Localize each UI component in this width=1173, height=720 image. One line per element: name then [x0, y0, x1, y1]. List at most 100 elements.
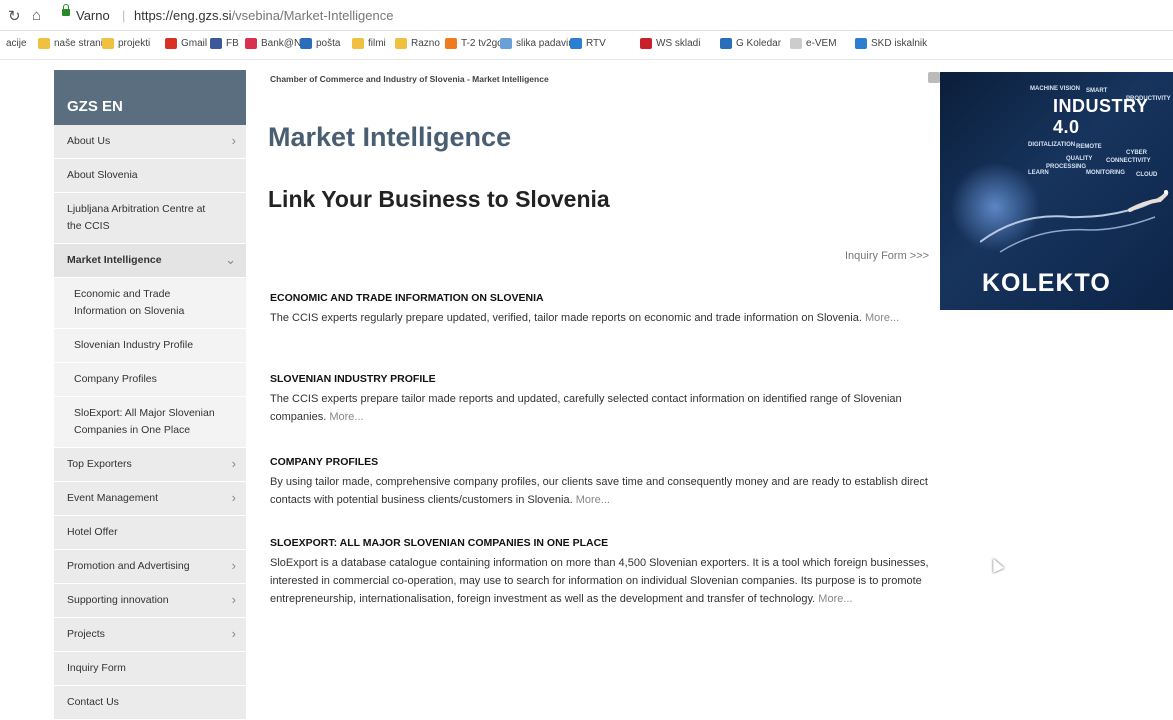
address-bar: ↻ ⌂ Varno | https://eng.gzs.si/vsebina/M…	[0, 0, 1173, 31]
bookmark-label: FB	[226, 38, 239, 49]
sidebar-item-label: Projects	[67, 628, 105, 640]
more-link[interactable]: More...	[576, 494, 610, 506]
bookmark-icon	[720, 38, 732, 49]
sidebar-item[interactable]: Market Intelligence ⌄	[54, 244, 246, 278]
sidebar-item[interactable]: Company Profiles	[54, 363, 246, 397]
section-text: By using tailor made, comprehensive comp…	[270, 473, 940, 509]
sidebar-item[interactable]: Projects ›	[54, 618, 246, 652]
section-text: SloExport is a database catalogue contai…	[270, 554, 940, 608]
sidebar-item-label: Ljubljana Arbitration Centre at the CCIS	[67, 203, 206, 232]
bookmark-label: pošta	[316, 38, 341, 49]
sidebar-item-label: About Us	[67, 135, 111, 147]
sidebar-item-label: Company Profiles	[74, 373, 157, 385]
sidebar-item-label: Slovenian Industry Profile	[74, 339, 194, 351]
sidebar-item-label: Economic and Trade Information on Sloven…	[74, 288, 185, 317]
bookmark-icon	[640, 38, 652, 49]
sidebar-item-label: Top Exporters	[67, 458, 132, 470]
section-heading: SLOEXPORT: ALL MAJOR SLOVENIAN COMPANIES…	[270, 537, 609, 549]
bookmark-icon	[245, 38, 257, 49]
ad-word: QUALITY	[1066, 156, 1093, 162]
page-subtitle: Link Your Business to Slovenia	[268, 186, 610, 212]
ad-word: CYBER	[1126, 150, 1148, 156]
ad-word: SMART	[1086, 88, 1108, 94]
ad-word: DIGITALIZATION	[1028, 142, 1076, 148]
bookmark-item[interactable]: G Koledar	[720, 38, 781, 49]
sidebar-title: GZS EN	[54, 70, 246, 125]
reload-icon[interactable]: ↻	[8, 7, 21, 25]
sidebar-item[interactable]: Inquiry Form	[54, 652, 246, 686]
robot-hand-graphic	[980, 190, 1169, 253]
ad-headline: INDUSTRY 4.0	[1053, 96, 1149, 137]
sidebar-item[interactable]: Ljubljana Arbitration Centre at the CCIS	[54, 193, 246, 244]
bookmark-label: filmi	[368, 38, 386, 49]
ad-banner[interactable]: MACHINE VISION SMART PRODUCTIVITY DIGITALIZ…	[940, 72, 1173, 310]
bookmark-item[interactable]: e-VEM	[790, 38, 837, 49]
bookmark-icon	[352, 38, 364, 49]
bookmark-item[interactable]: Razno	[395, 38, 440, 49]
chevron-right-icon: ›	[231, 592, 236, 607]
content-section: COMPANY PROFILES By using tailor made, co…	[270, 456, 940, 509]
bookmark-label: Razno	[411, 38, 440, 49]
url-field[interactable]: https://eng.gzs.si/vsebina/Market-Intell…	[134, 8, 393, 23]
chevron-right-icon: ›	[231, 133, 236, 148]
bookmark-label: RTV	[586, 38, 606, 49]
inquiry-form-link[interactable]: Inquiry Form >>>	[845, 250, 929, 262]
chevron-right-icon: ›	[231, 626, 236, 641]
sidebar-item-label: Supporting innovation	[67, 594, 169, 606]
ad-brand: KOLEKTO	[982, 269, 1111, 297]
sidebar-item[interactable]: Top Exporters ›	[54, 448, 246, 482]
sidebar-item[interactable]: Economic and Trade Information on Sloven…	[54, 278, 246, 329]
print-icon[interactable]	[928, 72, 940, 83]
content-section: SLOEXPORT: ALL MAJOR SLOVENIAN COMPANIES…	[270, 537, 940, 608]
bookmark-item[interactable]: slika padavin	[500, 38, 574, 49]
sidebar-item[interactable]: Hotel Offer	[54, 516, 246, 550]
bookmark-icon	[445, 38, 457, 49]
lock-icon[interactable]	[62, 4, 70, 16]
more-link[interactable]: More...	[865, 312, 899, 324]
bookmark-icon	[570, 38, 582, 49]
breadcrumb: Chamber of Commerce and Industry of Slov…	[270, 74, 549, 84]
ad-word: MACHINE VISION	[1030, 86, 1081, 92]
section-heading: ECONOMIC AND TRADE INFORMATION ON SLOVEN…	[270, 292, 544, 304]
bookmark-item[interactable]: Gmail	[165, 38, 207, 49]
url-separator: |	[122, 8, 126, 23]
sidebar-item-label: Inquiry Form	[67, 662, 126, 674]
content-section: SLOVENIAN INDUSTRY PROFILE The CCIS exper…	[270, 373, 940, 426]
home-icon[interactable]: ⌂	[32, 7, 41, 24]
secure-label[interactable]: Varno	[76, 8, 110, 23]
bookmark-icon	[855, 38, 867, 49]
bookmark-item[interactable]: pošta	[300, 38, 340, 49]
bookmark-label: acije	[6, 38, 27, 49]
bookmark-item[interactable]: projekti	[102, 38, 150, 49]
sidebar-item[interactable]: Promotion and Advertising ›	[54, 550, 246, 584]
section-body: The CCIS experts regularly prepare updat…	[270, 312, 862, 324]
bookmark-item[interactable]: T-2 tv2go	[445, 38, 503, 49]
sidebar-item[interactable]: Event Management ›	[54, 482, 246, 516]
more-link[interactable]: More...	[329, 411, 363, 423]
sidebar-item[interactable]: Supporting innovation ›	[54, 584, 246, 618]
bookmark-label: naše strani	[54, 38, 103, 49]
section-heading: COMPANY PROFILES	[270, 456, 379, 468]
sidebar-item[interactable]: Contact Us	[54, 686, 246, 720]
sidebar-item[interactable]: About Us ›	[54, 125, 246, 159]
bookmark-item[interactable]: WS skladi	[640, 38, 700, 49]
sidebar-item-label: About Slovenia	[67, 169, 138, 181]
bookmark-item[interactable]: RTV	[570, 38, 606, 49]
bookmark-item[interactable]: acije	[6, 38, 27, 49]
chevron-right-icon: ›	[231, 456, 236, 471]
sidebar-item[interactable]: SloExport: All Major Slovenian Companies…	[54, 397, 246, 448]
mouse-cursor	[987, 556, 1005, 573]
bookmark-item[interactable]: SKD iskalnik	[855, 38, 927, 49]
ad-word: CONNECTIVITY	[1106, 158, 1151, 164]
bookmark-icon	[300, 38, 312, 49]
sidebar-item[interactable]: Slovenian Industry Profile	[54, 329, 246, 363]
bookmark-icon	[500, 38, 512, 49]
section-text: The CCIS experts prepare tailor made rep…	[270, 390, 940, 426]
bookmark-item[interactable]: FB	[210, 38, 239, 49]
more-link[interactable]: More...	[818, 593, 852, 605]
bookmark-item[interactable]: naše strani	[38, 38, 103, 49]
url-host: https://eng.gzs.si	[134, 8, 232, 23]
sidebar-item-label: Contact Us	[67, 696, 119, 708]
sidebar-item[interactable]: About Slovenia	[54, 159, 246, 193]
bookmark-item[interactable]: filmi	[352, 38, 386, 49]
